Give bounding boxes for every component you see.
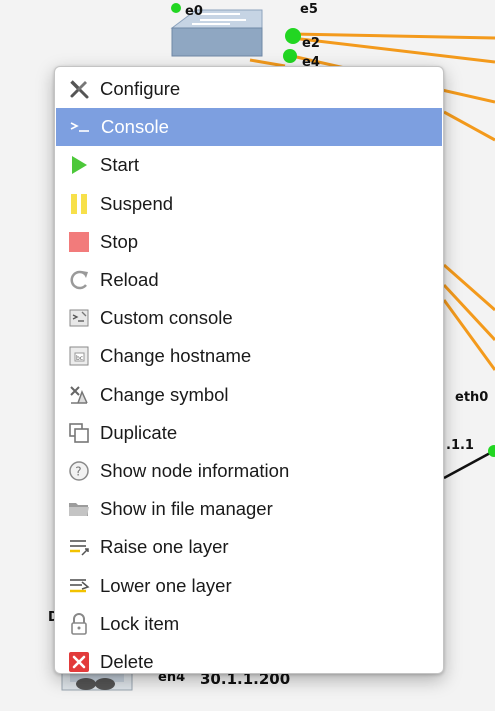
info-icon: ? (68, 460, 90, 482)
raise-layer-icon (68, 536, 90, 558)
folder-icon (68, 498, 90, 520)
menu-item-show-in-file-manager[interactable]: Show in file manager (55, 490, 443, 528)
terminal-prompt-icon (69, 116, 91, 138)
menu-item-change-hostname[interactable]: bc Change hostname (55, 337, 443, 375)
menu-item-label: Start (100, 154, 140, 176)
menu-item-custom-console[interactable]: Custom console (55, 299, 443, 337)
menu-item-start[interactable]: Start (55, 146, 443, 184)
menu-item-console[interactable]: Console (56, 108, 442, 147)
menu-item-label: Lock item (100, 612, 180, 634)
menu-item-show-node-information[interactable]: ? Show node information (55, 452, 443, 490)
menu-item-label: Show node information (100, 459, 290, 481)
menu-item-label: Raise one layer (100, 536, 229, 558)
menu-item-lock-item[interactable]: Lock item (55, 605, 443, 643)
port-label-e5: e5 (300, 2, 318, 17)
delete-icon (68, 651, 90, 673)
stop-icon (68, 231, 90, 253)
menu-item-label: Show in file manager (100, 498, 273, 520)
pause-icon (68, 193, 90, 215)
hostname-icon: bc (68, 345, 90, 367)
menu-item-label: Console (101, 116, 169, 138)
menu-item-label: Duplicate (100, 421, 178, 443)
play-icon (68, 154, 90, 176)
menu-item-configure[interactable]: Configure (55, 70, 443, 108)
menu-item-label: Reload (100, 269, 159, 291)
symbol-icon (68, 384, 90, 406)
ip-label-partial: .1.1 (446, 438, 474, 453)
topology-link-black (443, 450, 493, 480)
menu-item-change-symbol[interactable]: Change symbol (55, 376, 443, 414)
menu-item-label: Suspend (100, 192, 174, 214)
custom-console-icon (68, 307, 90, 329)
reload-icon (68, 269, 90, 291)
menu-item-suspend[interactable]: Suspend (55, 185, 443, 223)
menu-item-raise-one-layer[interactable]: Raise one layer (55, 528, 443, 566)
menu-item-label: Change hostname (100, 345, 252, 367)
port-label-e0: e0 (185, 4, 203, 19)
lower-layer-icon (68, 575, 90, 597)
menu-item-stop[interactable]: Stop (55, 223, 443, 261)
context-menu: Configure Console Start Suspend Stop Rel… (54, 66, 444, 674)
port-label-eth0: eth0 (455, 390, 489, 405)
lock-icon (68, 612, 90, 635)
menu-item-label: Configure (100, 78, 181, 100)
menu-item-lower-one-layer[interactable]: Lower one layer (55, 566, 443, 604)
menu-item-label: Delete (100, 650, 154, 672)
menu-item-delete[interactable]: Delete (55, 643, 443, 681)
svg-text:bc: bc (76, 355, 83, 362)
menu-item-label: Custom console (100, 307, 233, 329)
menu-item-label: Stop (100, 230, 139, 252)
menu-item-duplicate[interactable]: Duplicate (55, 414, 443, 452)
tools-icon (68, 78, 90, 100)
port-label-e2: e2 (302, 36, 320, 51)
menu-item-reload[interactable]: Reload (55, 261, 443, 299)
duplicate-icon (68, 422, 90, 444)
menu-item-label: Change symbol (100, 383, 229, 405)
menu-item-label: Lower one layer (100, 574, 232, 596)
svg-text:?: ? (75, 464, 81, 478)
